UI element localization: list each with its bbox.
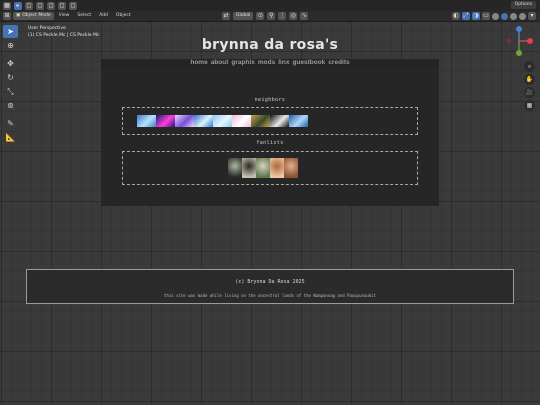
mode-label: Object Mode — [22, 13, 51, 18]
menu-view[interactable]: View — [56, 12, 73, 20]
view-perspective-label: User Perspective — [28, 26, 66, 31]
fanlist-icon-3[interactable] — [256, 158, 270, 178]
scale-tool-icon[interactable]: ⤡ — [3, 85, 18, 98]
viewport-overlay-text: User Perspective (1) CS Peckle Mc | CS P… — [28, 25, 99, 39]
nav-link-home[interactable]: home — [190, 59, 207, 67]
move-tool-icon[interactable]: ✥ — [3, 57, 18, 70]
pivot-icon[interactable]: ⊙ — [256, 12, 265, 20]
editor-type-icon[interactable]: ⊞ — [3, 12, 11, 20]
shading-wireframe-icon[interactable] — [492, 12, 499, 20]
neighbor-button-5[interactable] — [213, 115, 232, 127]
active-collection-label: (1) CS Peckle Mc | CS Peckle Mc — [28, 33, 100, 38]
xray-icon[interactable]: ▭ — [482, 12, 490, 20]
gizmo-z-axis-icon — [516, 26, 522, 32]
snap-target-icon[interactable]: ⋮ — [278, 12, 287, 20]
cursor-tool-icon[interactable]: ⊕ — [3, 39, 18, 52]
menu-object[interactable]: Object — [113, 12, 134, 20]
fanlist-icon-2[interactable] — [242, 158, 256, 178]
nav-link-credits[interactable]: credits — [328, 59, 349, 67]
select-mode-subtract-button[interactable]: ◻ — [47, 1, 55, 10]
pan-hand-icon[interactable]: ✋ — [524, 74, 535, 85]
fanlist-icon-5[interactable] — [284, 158, 298, 178]
select-mode-invert-button[interactable]: ◻ — [58, 1, 66, 10]
menu-select[interactable]: Select — [74, 12, 94, 20]
navigation-gizmo[interactable] — [506, 24, 536, 60]
shading-options-icon[interactable]: ▾ — [528, 12, 536, 20]
footer-copyright: (c) Brynna Da Rosa 2025 — [235, 279, 305, 285]
options-dropdown[interactable]: Options — [510, 1, 536, 9]
neighbor-button-1[interactable] — [137, 115, 156, 127]
proportional-edit-icon[interactable]: ◎ — [289, 12, 298, 20]
neighbor-buttons — [137, 115, 308, 127]
fanlists-heading: fanlists — [256, 140, 284, 146]
nav-link-guestbook[interactable]: guestbook — [292, 59, 325, 67]
neighbor-button-6[interactable] — [232, 115, 251, 127]
viewport-navigation: ⌕ ✋ 🎥 ▦ — [524, 61, 535, 111]
left-toolbar: ➤ ⊕ ✥ ↻ ⤡ ⊛ ✎ 📐 — [3, 25, 18, 144]
measure-tool-icon[interactable]: 📐 — [3, 131, 18, 144]
neighbors-heading: neighbors — [254, 97, 286, 103]
footer-land-acknowledgement: this site was made while living on the a… — [164, 293, 376, 298]
transform-orientation-select[interactable]: Global — [233, 12, 254, 20]
ortho-grid-icon[interactable]: ▦ — [524, 100, 535, 111]
nav-link-mods[interactable]: mods — [258, 59, 275, 67]
gizmo-x-axis-icon — [527, 38, 533, 44]
transform-tools: ⇄ Global ⊙ ⚲ ⋮ ◎ ∿ — [222, 12, 309, 20]
visibility-icon[interactable]: ◐ — [452, 12, 460, 20]
neighbor-button-3[interactable] — [175, 115, 194, 127]
snap-icon[interactable]: ⚲ — [267, 12, 276, 20]
gizmo-y-axis-icon — [516, 50, 522, 56]
object-mode-icon: ▣ — [16, 13, 21, 18]
site-navigation: home about graphix mods linx guestbook c… — [101, 59, 439, 67]
fanlist-icon-1[interactable] — [228, 158, 242, 178]
mode-select[interactable]: ▣ Object Mode — [13, 12, 54, 20]
select-box-button[interactable]: ▸ — [14, 1, 22, 10]
rotate-tool-icon[interactable]: ↻ — [3, 71, 18, 84]
neighbor-button-7[interactable] — [251, 115, 270, 127]
select-mode-new-button[interactable]: ◻ — [25, 1, 33, 10]
site-footer: (c) Brynna Da Rosa 2025 this site was ma… — [26, 269, 514, 304]
camera-view-icon[interactable]: 🎥 — [524, 87, 535, 98]
editor-type-button[interactable]: ▦ — [3, 1, 11, 10]
nav-link-graphix[interactable]: graphix — [231, 59, 254, 67]
annotate-tool-icon[interactable]: ✎ — [3, 117, 18, 130]
gizmo-neg-x-icon — [506, 38, 512, 44]
zoom-icon[interactable]: ⌕ — [524, 61, 535, 72]
shading-rendered-icon[interactable] — [519, 12, 526, 20]
overlay-toggle-icon[interactable]: ◑ — [472, 12, 480, 20]
select-tool-icon[interactable]: ➤ — [3, 25, 18, 38]
transform-tool-icon[interactable]: ⊛ — [3, 99, 18, 112]
viewport-header: ⊞ ▣ Object Mode View Select Add Object ⇄… — [0, 11, 540, 22]
main-content-panel: neighbors fanlists — [101, 67, 439, 206]
falloff-icon[interactable]: ∿ — [300, 12, 309, 20]
select-mode-extend-button[interactable]: ◻ — [36, 1, 44, 10]
transform-orientation-label: Global — [236, 13, 251, 18]
orientation-icon[interactable]: ⇄ — [222, 12, 230, 20]
neighbor-button-9[interactable] — [289, 115, 308, 127]
top-bar: ▦ ▸ ◻ ◻ ◻ ◻ ◻ Options — [0, 0, 540, 11]
gizmo-toggle-icon[interactable]: ⤢ — [462, 12, 470, 20]
nav-link-about[interactable]: about — [211, 59, 229, 67]
neighbor-button-8[interactable] — [270, 115, 289, 127]
shading-solid-icon[interactable] — [501, 12, 508, 20]
menu-add[interactable]: Add — [96, 12, 111, 20]
viewport-shading-controls: ◐ ⤢ ◑ ▭ ▾ — [452, 12, 536, 20]
site-title: brynna da rosa's — [201, 37, 339, 53]
fanlist-icon-4[interactable] — [270, 158, 284, 178]
shading-material-icon[interactable] — [510, 12, 517, 20]
nav-link-linx[interactable]: linx — [278, 59, 289, 67]
fanlist-icons — [228, 158, 298, 178]
neighbor-button-2[interactable] — [156, 115, 175, 127]
neighbor-button-4[interactable] — [194, 115, 213, 127]
select-mode-intersect-button[interactable]: ◻ — [69, 1, 77, 10]
